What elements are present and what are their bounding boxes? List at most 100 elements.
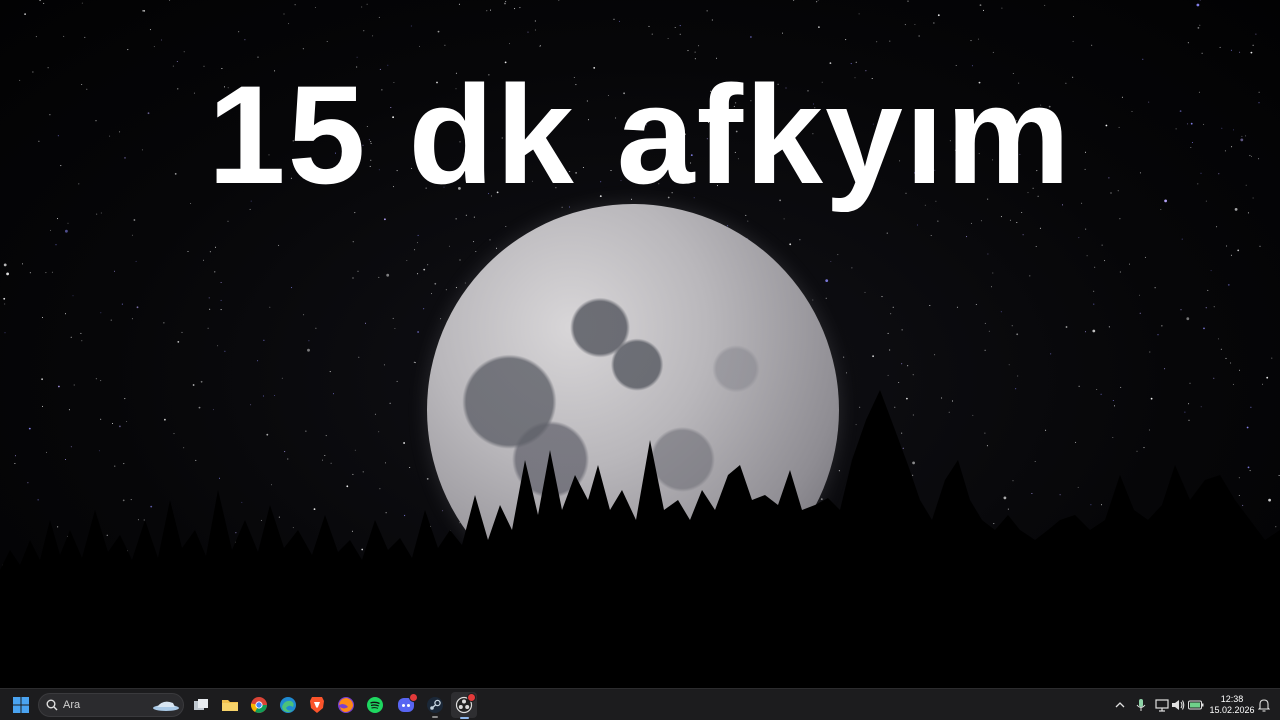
star bbox=[1180, 309, 1182, 311]
star bbox=[679, 25, 681, 27]
star bbox=[263, 339, 265, 341]
star bbox=[1000, 216, 1002, 218]
steam-button[interactable] bbox=[422, 692, 448, 718]
star bbox=[6, 272, 9, 276]
star bbox=[987, 253, 989, 255]
star bbox=[687, 50, 689, 52]
star bbox=[220, 309, 222, 311]
star bbox=[464, 282, 466, 284]
star bbox=[384, 218, 386, 221]
star bbox=[1197, 27, 1200, 29]
star bbox=[930, 235, 932, 236]
star bbox=[837, 254, 839, 256]
star bbox=[314, 7, 316, 8]
edge-button[interactable] bbox=[275, 692, 301, 718]
star bbox=[846, 372, 847, 374]
star bbox=[1161, 325, 1163, 327]
star bbox=[890, 313, 892, 315]
star bbox=[114, 270, 115, 272]
star bbox=[1230, 362, 1232, 364]
star bbox=[169, 0, 171, 1]
star bbox=[1252, 44, 1254, 46]
spotify-button[interactable] bbox=[362, 692, 388, 718]
firefox-button[interactable] bbox=[333, 692, 359, 718]
task-view-button[interactable] bbox=[188, 692, 214, 718]
star bbox=[667, 38, 669, 39]
star bbox=[816, 1, 818, 3]
star bbox=[1213, 306, 1215, 308]
star bbox=[1196, 3, 1200, 7]
brave-button[interactable] bbox=[304, 692, 330, 718]
star bbox=[864, 291, 866, 293]
volume-button[interactable] bbox=[1170, 697, 1186, 713]
show-hidden-icons-button[interactable] bbox=[1112, 697, 1128, 713]
star bbox=[142, 9, 144, 12]
start-button[interactable] bbox=[8, 692, 34, 718]
star bbox=[281, 377, 283, 379]
star bbox=[24, 13, 26, 16]
star bbox=[907, 0, 909, 2]
search-box[interactable]: Ara bbox=[38, 693, 184, 717]
star bbox=[1094, 266, 1096, 268]
desktop: 15 dk afkyım bbox=[0, 0, 1280, 688]
star bbox=[215, 246, 216, 248]
star bbox=[224, 350, 226, 352]
star bbox=[1207, 289, 1209, 291]
star bbox=[1009, 219, 1011, 221]
star bbox=[1050, 353, 1052, 355]
star bbox=[315, 327, 317, 329]
obs-button[interactable] bbox=[451, 692, 477, 719]
star bbox=[357, 270, 359, 272]
star bbox=[417, 331, 419, 333]
chevron-up-icon bbox=[1115, 702, 1125, 708]
discord-notification-badge bbox=[409, 693, 418, 702]
file-explorer-button[interactable] bbox=[217, 692, 243, 718]
star bbox=[45, 272, 47, 274]
chrome-button[interactable] bbox=[246, 692, 272, 718]
network-button[interactable] bbox=[1154, 697, 1170, 713]
star bbox=[887, 332, 889, 334]
steam-icon bbox=[427, 697, 443, 713]
microphone-button[interactable] bbox=[1133, 697, 1149, 713]
star bbox=[916, 224, 918, 226]
star bbox=[378, 276, 380, 278]
star bbox=[750, 36, 752, 38]
star bbox=[818, 26, 820, 28]
star bbox=[509, 43, 510, 45]
star bbox=[1259, 245, 1261, 247]
star bbox=[386, 273, 390, 277]
star bbox=[956, 306, 958, 308]
star bbox=[329, 371, 331, 373]
star bbox=[227, 220, 229, 222]
star bbox=[67, 222, 69, 224]
star bbox=[307, 348, 310, 352]
star bbox=[1108, 326, 1110, 328]
star bbox=[1225, 357, 1227, 359]
star bbox=[1144, 256, 1146, 258]
star bbox=[1093, 303, 1095, 305]
star bbox=[187, 251, 189, 252]
discord-button[interactable] bbox=[393, 692, 419, 718]
star bbox=[745, 214, 747, 216]
battery-button[interactable] bbox=[1187, 697, 1205, 713]
brave-icon bbox=[310, 697, 324, 713]
chrome-icon bbox=[250, 697, 267, 713]
star bbox=[473, 241, 475, 243]
notification-button[interactable] bbox=[1256, 697, 1272, 713]
star bbox=[984, 322, 986, 324]
star bbox=[423, 308, 425, 310]
star bbox=[3, 263, 7, 267]
star bbox=[887, 374, 889, 376]
star bbox=[22, 263, 23, 265]
star bbox=[383, 364, 385, 366]
star bbox=[799, 239, 801, 241]
star bbox=[4, 332, 6, 334]
clock-time: 12:38 bbox=[1220, 694, 1244, 704]
clock[interactable]: 12:38 15.02.2026 bbox=[1207, 694, 1257, 716]
battery-icon bbox=[1188, 700, 1204, 710]
star bbox=[303, 314, 305, 316]
star bbox=[539, 45, 541, 47]
star bbox=[1016, 333, 1019, 336]
star bbox=[431, 293, 432, 295]
star bbox=[783, 218, 785, 220]
